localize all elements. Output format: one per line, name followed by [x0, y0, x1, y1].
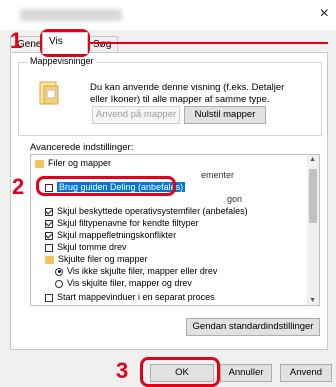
advanced-settings-label: Avancerede indstillinger:: [30, 142, 134, 153]
tree-item-label: Skjul mappefletningskonflikter: [57, 230, 177, 240]
folder-icon: [45, 255, 54, 264]
folder-views-description: Du kan anvende denne visning (f.eks. Det…: [90, 82, 285, 105]
tree-item-label: Vis ikke skjulte filer, mapper eller dre…: [67, 266, 218, 276]
tree-item-label: Vis skjulte filer, mapper og drev: [67, 278, 192, 288]
window-title-blurred: [20, 9, 122, 21]
checkbox-separate-process[interactable]: [45, 293, 53, 302]
cancel-button[interactable]: Annuller: [220, 364, 272, 382]
radio-dont-show-hidden[interactable]: [55, 267, 63, 276]
checkbox-hide-empty-drives[interactable]: [45, 243, 53, 252]
tree-item-label: Skjul tomme drev: [57, 242, 127, 252]
folder-views-icon: [39, 81, 59, 105]
close-icon[interactable]: ×: [320, 6, 329, 22]
tree-item-partial: ementer: [201, 170, 235, 180]
tree-item-show-hidden[interactable]: Vis skjulte filer, mapper og drev: [55, 277, 192, 289]
restore-defaults-button[interactable]: Gendan standardindstillinger: [186, 318, 320, 336]
tab-view[interactable]: Vis: [42, 32, 88, 54]
tree-item-files-folders: Filer og mapper: [35, 157, 111, 169]
scroll-thumb[interactable]: [309, 169, 317, 223]
tree-scrollbar[interactable]: ▲ ▼: [307, 155, 319, 305]
scroll-up-icon[interactable]: ▲: [309, 156, 316, 163]
radio-show-hidden[interactable]: [55, 279, 63, 288]
tree-item-label: Start mappevinduer i en separat proces: [57, 292, 215, 302]
tree-item-label: Filer og mapper: [48, 158, 112, 168]
tree-item-hide-merge-conflicts[interactable]: Skjul mappefletningskonflikter: [45, 229, 176, 241]
tree-item-partial: gon: [227, 194, 243, 204]
tree-item-dont-show-hidden[interactable]: Vis ikke skjulte filer, mapper eller dre…: [55, 265, 217, 277]
callout-step-2: 2: [12, 174, 25, 199]
checkbox-hide-merge-conflicts[interactable]: [45, 231, 53, 240]
tree-item-hidden-files: Skjulte filer og mapper: [45, 253, 148, 265]
checkbox-hide-protected-os[interactable]: [45, 207, 53, 216]
folder-options-dialog: × Generel Søg Vis Mappevisninger Du kan …: [0, 0, 336, 387]
reset-folders-button[interactable]: Nulstil mapper: [184, 106, 266, 124]
apply-to-folders-button[interactable]: Anvend på mapper: [92, 106, 180, 124]
folder-icon: [35, 159, 44, 168]
tree-item-hide-empty-drives[interactable]: Skjul tomme drev: [45, 241, 127, 253]
tree-item-label: Skjulte filer og mapper: [58, 254, 148, 264]
callout-ring-ok: [140, 357, 220, 387]
tree-item-label: Skjul filtypenavne for kendte filtyper: [57, 218, 199, 228]
tree-item-hide-extensions[interactable]: Skjul filtypenavne for kendte filtyper: [45, 217, 199, 229]
callout-step-1: 1: [10, 28, 23, 53]
scroll-down-icon[interactable]: ▼: [309, 297, 316, 304]
checkbox-hide-extensions[interactable]: [45, 219, 53, 228]
callout-ring-sharing-wizard: [36, 176, 176, 196]
tab-search[interactable]: Søg: [86, 36, 118, 52]
tree-item-hide-protected-os[interactable]: Skjul beskyttede operativsystemfiler (an…: [45, 205, 248, 217]
tree-item-label: Skjul beskyttede operativsystemfiler (an…: [57, 206, 248, 216]
callout-step-3: 3: [116, 358, 129, 383]
apply-button[interactable]: Anvend: [280, 364, 332, 382]
title-bar: ×: [0, 0, 336, 30]
tree-item-separate-process[interactable]: Start mappevinduer i en separat proces: [45, 291, 215, 303]
tab-strip: Generel Søg Vis: [0, 30, 336, 54]
callout-line: [88, 42, 328, 44]
folder-views-label: Mappevisninger: [28, 56, 96, 66]
